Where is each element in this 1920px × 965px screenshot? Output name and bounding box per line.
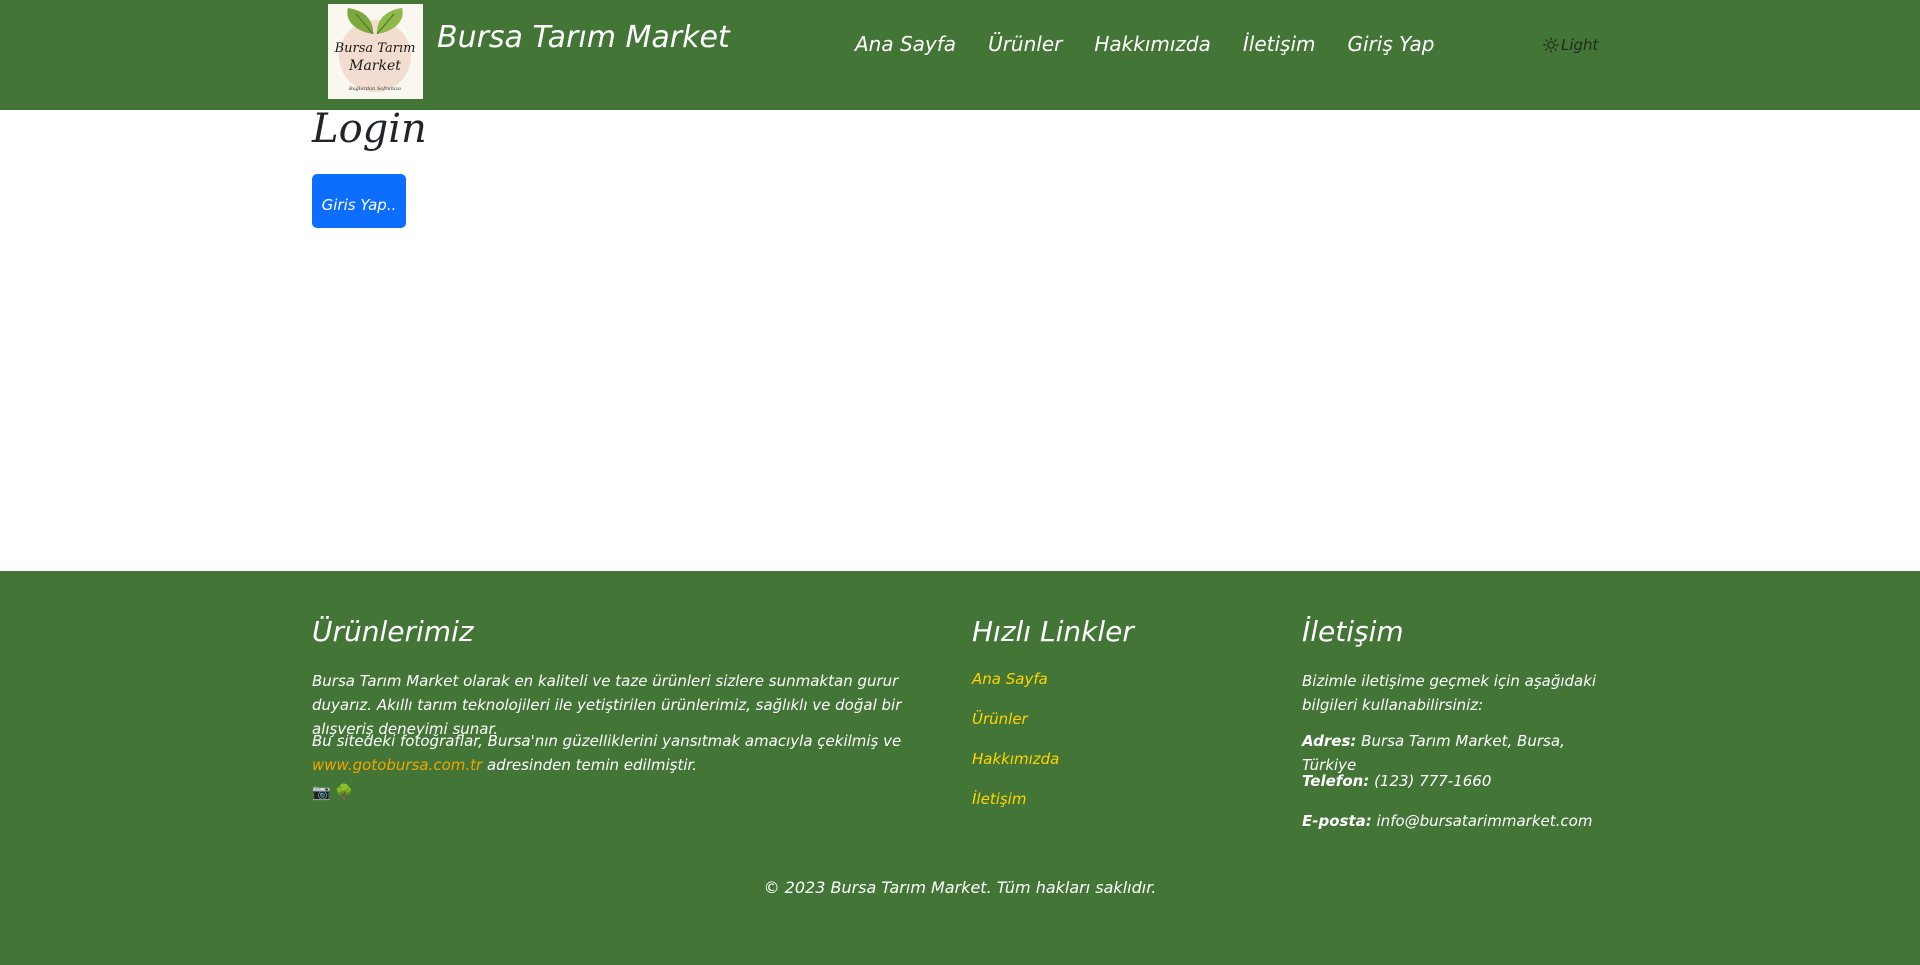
- quicklink-contact[interactable]: İletişim: [972, 790, 1026, 808]
- brand-name[interactable]: Bursa Tarım Market: [437, 20, 730, 55]
- quicklink-about[interactable]: Hakkımızda: [972, 750, 1059, 768]
- nav-products[interactable]: Ürünler: [988, 32, 1062, 56]
- page-title: Login: [312, 106, 427, 152]
- phone-label: Telefon:: [1302, 772, 1370, 790]
- site-logo[interactable]: Bursa Tarım Market Bağlardan Sofranıza: [328, 4, 423, 99]
- email-label: E-posta:: [1302, 812, 1372, 830]
- logo-text-line2: Market: [348, 58, 401, 74]
- nav-home[interactable]: Ana Sayfa: [855, 32, 956, 56]
- footer-icons: 📷 🌳: [312, 783, 353, 801]
- contact-phone: Telefon: (123) 777-1660: [1302, 769, 1622, 793]
- phone-value: (123) 777-1660: [1374, 772, 1492, 790]
- contact-email: E-posta: info@bursatarimmarket.com: [1302, 809, 1622, 833]
- sun-icon: [1543, 37, 1559, 53]
- theme-toggle[interactable]: Light: [1543, 36, 1598, 54]
- nav-about[interactable]: Hakkımızda: [1094, 32, 1211, 56]
- logo-tagline: Bağlardan Sofranıza: [348, 85, 401, 92]
- footer-contact-title: İletişim: [1302, 615, 1404, 648]
- nav-contact[interactable]: İletişim: [1243, 32, 1316, 56]
- quicklink-home[interactable]: Ana Sayfa: [972, 670, 1048, 688]
- email-value: info@bursatarimmarket.com: [1376, 812, 1593, 830]
- contact-intro: Bizimle iletişime geçmek için aşağıdaki …: [1302, 672, 1597, 714]
- nav-login[interactable]: Giriş Yap: [1348, 32, 1435, 56]
- footer-products-title: Ürünlerimiz: [312, 615, 474, 648]
- logo-text-line1: Bursa Tarım: [334, 41, 416, 56]
- login-button[interactable]: Giris Yap..: [312, 174, 406, 228]
- tree-icon: 🌳: [334, 783, 354, 801]
- site-footer: Ürünlerimiz Bursa Tarım Market olarak en…: [0, 571, 1920, 965]
- main-nav: Ana Sayfa Ürünler Hakkımızda İletişim Gi…: [855, 32, 1466, 56]
- logo-image: Bursa Tarım Market Bağlardan Sofranıza: [328, 4, 423, 99]
- quicklink-products[interactable]: Ürünler: [972, 710, 1028, 728]
- camera-icon: 📷: [312, 783, 331, 801]
- gotobursa-link[interactable]: www.gotobursa.com.tr: [312, 756, 482, 774]
- address-label: Adres:: [1302, 732, 1357, 750]
- copyright: © 2023 Bursa Tarım Market. Tüm hakları s…: [763, 878, 1157, 897]
- photo-credit-before: Bu sitedeki fotoğraflar, Bursa'nın güzel…: [312, 732, 902, 750]
- footer-quicklinks-title: Hızlı Linkler: [972, 615, 1134, 648]
- top-navbar: Bursa Tarım Market Bağlardan Sofranıza B…: [0, 0, 1920, 110]
- photo-credit-after: adresinden temin edilmiştir.: [486, 756, 698, 774]
- theme-label: Light: [1561, 36, 1599, 54]
- footer-photo-credit: Bu sitedeki fotoğraflar, Bursa'nın güzel…: [312, 729, 942, 777]
